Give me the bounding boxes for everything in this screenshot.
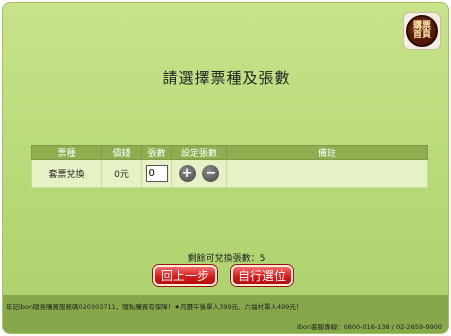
ticket-home-button[interactable]: 購票 首頁 (403, 12, 441, 50)
page-title: 請選擇票種及張數 (162, 69, 291, 87)
self-select-seat-button[interactable]: 自行選位 (231, 265, 293, 286)
cell-quantity (141, 159, 172, 188)
ticket-table: 票種 價錢 張數 設定張數 備註 套票兌換 0元 + − (31, 145, 428, 188)
back-button[interactable]: 回上一步 (153, 265, 217, 286)
cell-note (226, 159, 428, 188)
increase-quantity-button[interactable]: + (178, 165, 196, 182)
quantity-input[interactable] (145, 165, 168, 182)
header-note: 備註 (226, 145, 428, 160)
cell-set-quantity: + − (171, 159, 227, 188)
table-row: 套票兌換 0元 + − (31, 159, 428, 188)
ticket-home-icon: 購票 首頁 (406, 15, 438, 47)
table-header-row: 票種 價錢 張數 設定張數 備註 (31, 145, 428, 160)
cell-ticket-type: 套票兌換 (31, 159, 102, 188)
header-price: 價錢 (101, 145, 142, 160)
footer-bar: 年記ibon隨身購買服務碼020303711，隨私購買有保障！★月曆午後單人39… (3, 295, 448, 333)
remaining-count: 剩餘可兌換張數：5 (187, 254, 266, 264)
footer-notice: 年記ibon隨身購買服務碼020303711，隨私購買有保障！★月曆午後單人39… (6, 303, 303, 311)
header-set-quantity: 設定張數 (171, 145, 227, 160)
decrease-quantity-button[interactable]: − (202, 165, 220, 182)
kiosk-screen: 購票 首頁 請選擇票種及張數 票種 價錢 張數 設定張數 備註 套票兌換 0元 (2, 2, 449, 334)
home-label-line2: 首頁 (412, 30, 431, 40)
footer-service-hotline: ibon客服專線：0800-016-138 / 02-2659-9900 (297, 323, 442, 331)
header-quantity: 張數 (141, 145, 172, 160)
header-ticket-type: 票種 (31, 145, 102, 160)
cell-price: 0元 (101, 159, 142, 188)
